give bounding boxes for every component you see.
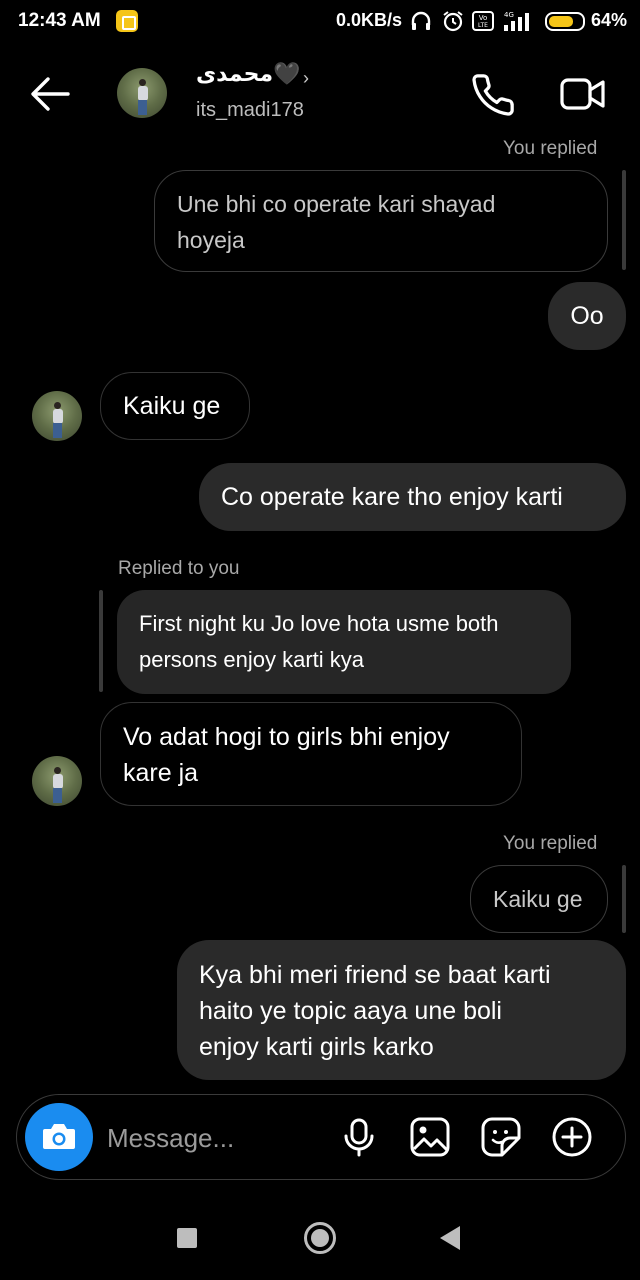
status-bar: 12:43 AM 0.0KB/s Vo LTE 4G 64% — [0, 0, 640, 44]
message-text: enjoy karti girls karko — [199, 1033, 434, 1061]
message-text: haito ye topic aaya une boli — [199, 997, 502, 1025]
nav-back-button[interactable] — [440, 1226, 460, 1250]
message-text: hoyeja — [177, 227, 245, 253]
replied-to-you-label: Replied to you — [118, 558, 240, 579]
recent-apps-button[interactable] — [177, 1228, 197, 1248]
avatar[interactable] — [117, 68, 167, 118]
back-arrow-icon[interactable] — [28, 74, 72, 114]
network-speed: 0.0KB/s — [336, 10, 403, 30]
message-text: Kya bhi meri friend se baat karti — [199, 961, 551, 989]
microphone-icon[interactable] — [338, 1116, 380, 1158]
sent-message-bubble[interactable]: Kya bhi meri friend se baat karti haito … — [177, 940, 626, 1080]
signal-label: 4G — [504, 11, 514, 19]
sent-message-bubble[interactable]: Oo — [548, 282, 626, 350]
avatar[interactable] — [32, 391, 82, 441]
avatar[interactable] — [32, 756, 82, 806]
svg-text:Vo: Vo — [479, 14, 488, 22]
reply-indicator — [622, 865, 626, 933]
message-text: kare ja — [123, 759, 199, 787]
received-message-bubble[interactable]: Vo adat hogi to girls bhi enjoy kare ja — [100, 702, 522, 806]
you-replied-label: You replied — [503, 138, 598, 159]
message-text: Une bhi co operate kari shayad — [177, 191, 496, 217]
chevron-right-icon[interactable]: › — [303, 68, 309, 89]
sent-message-bubble[interactable]: Co operate kare tho enjoy karti — [199, 463, 626, 531]
contact-display-name[interactable]: محمدی🖤 — [196, 62, 301, 87]
battery-icon — [545, 12, 585, 31]
video-camera-icon[interactable] — [559, 74, 607, 114]
phone-icon[interactable] — [470, 72, 516, 118]
signal-icon: 4G — [504, 11, 529, 31]
volte-icon: Vo LTE — [472, 11, 494, 31]
svg-text:LTE: LTE — [478, 22, 488, 29]
sticker-icon[interactable] — [480, 1116, 522, 1158]
reply-indicator — [622, 170, 626, 270]
gallery-icon[interactable] — [409, 1116, 451, 1158]
message-text: First night ku Jo love hota usme both — [139, 611, 499, 636]
contact-username[interactable]: its_madi178 — [196, 99, 304, 122]
camera-button[interactable] — [25, 1103, 93, 1171]
you-replied-label: You replied — [503, 833, 598, 854]
alarm-icon — [443, 11, 463, 32]
replied-message-bubble[interactable]: Une bhi co operate kari shayad hoyeja — [154, 170, 608, 272]
battery-percent: 64% — [591, 10, 628, 30]
plus-icon[interactable] — [551, 1116, 593, 1158]
quoted-message-bubble[interactable]: First night ku Jo love hota usme both pe… — [117, 590, 571, 694]
message-input[interactable] — [107, 1118, 327, 1158]
status-time: 12:43 AM — [18, 10, 101, 31]
message-text: Vo adat hogi to girls bhi enjoy — [123, 723, 450, 751]
reply-indicator — [99, 590, 103, 692]
message-text: persons enjoy karti kya — [139, 647, 364, 672]
camera-icon — [43, 1124, 75, 1149]
home-button[interactable] — [304, 1222, 336, 1254]
notification-app-icon — [116, 10, 138, 32]
headphones-icon — [411, 11, 431, 30]
received-message-bubble[interactable]: Kaiku ge — [100, 372, 250, 440]
replied-message-bubble[interactable]: Kaiku ge — [470, 865, 608, 933]
